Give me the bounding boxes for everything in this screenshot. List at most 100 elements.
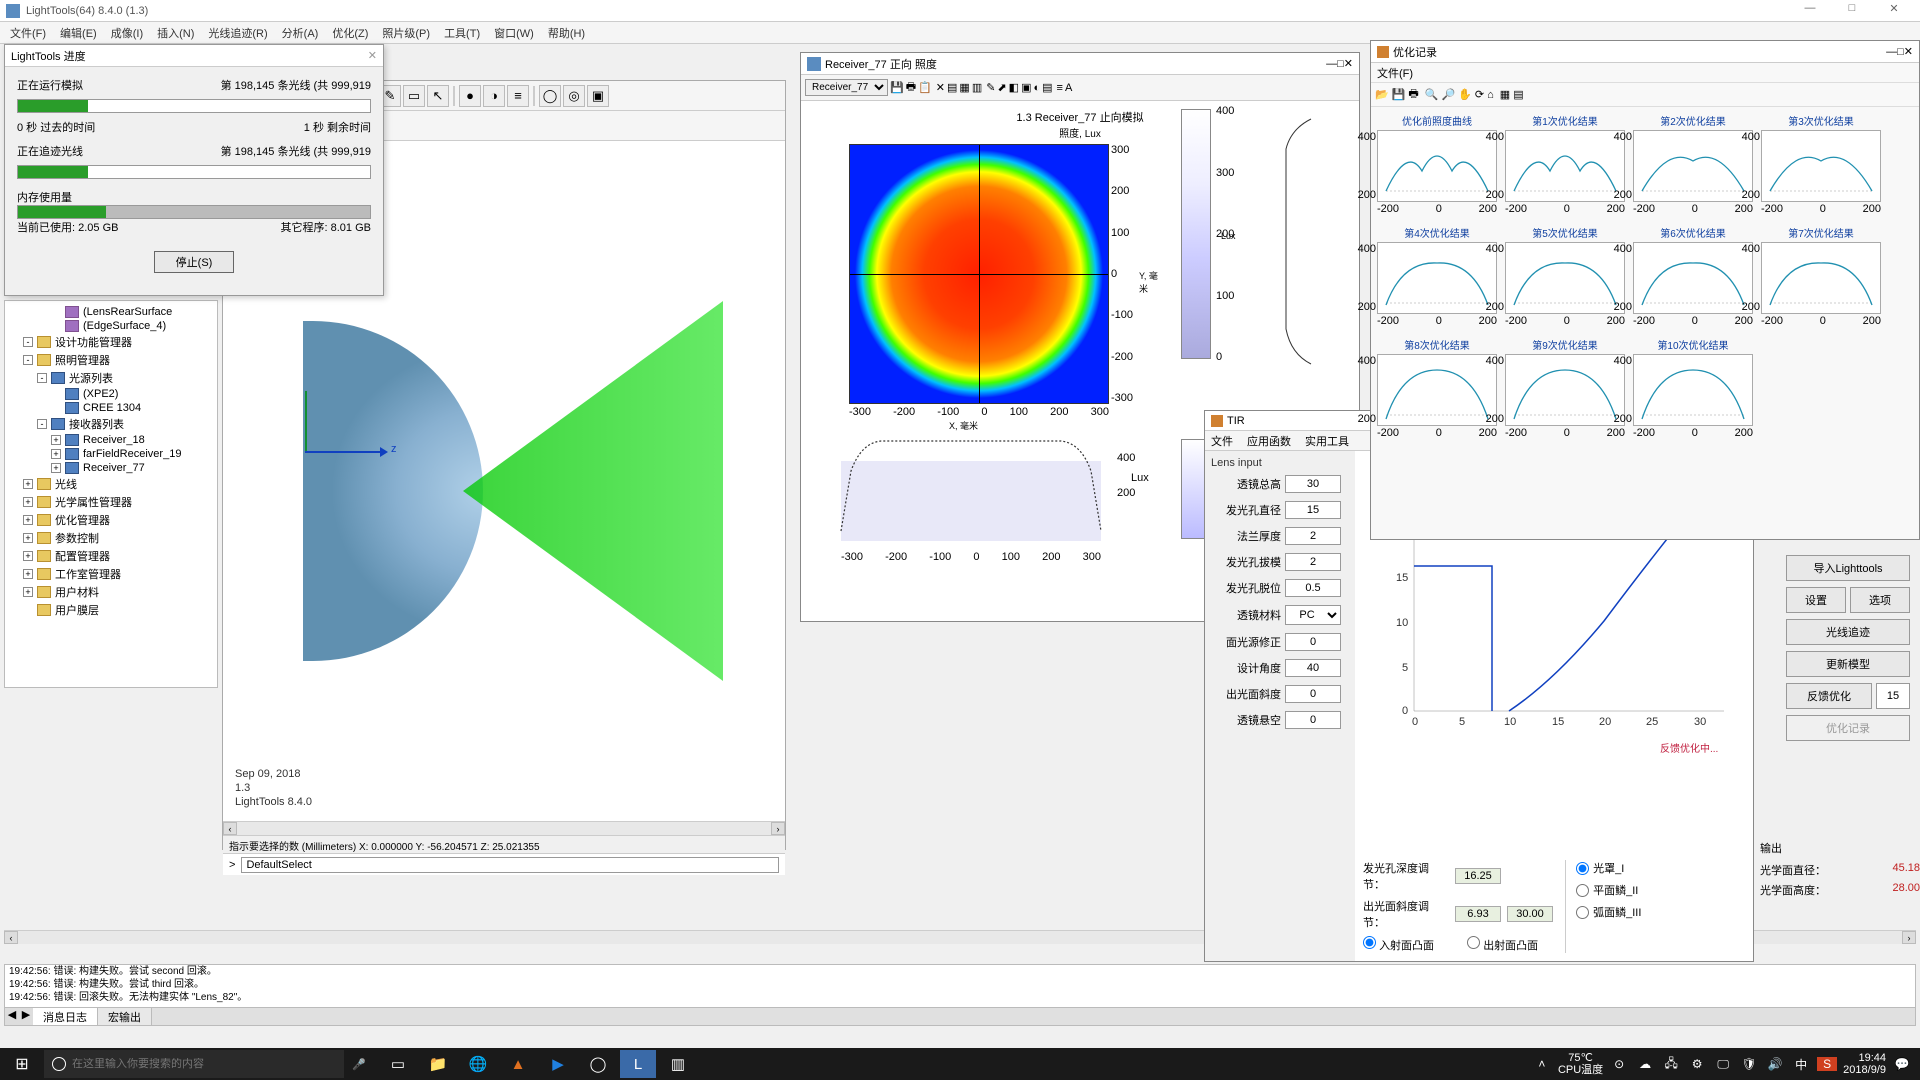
- cpu-temp[interactable]: 75℃CPU温度: [1558, 1052, 1603, 1076]
- opt-thumb[interactable]: 第1次优化结果400200-2000200: [1505, 113, 1625, 215]
- tree-node[interactable]: +光线: [9, 475, 213, 493]
- menu-item[interactable]: 窗口(W): [488, 23, 540, 43]
- tir-menu-item[interactable]: 实用工具: [1305, 433, 1349, 449]
- media-icon[interactable]: ▶: [540, 1050, 576, 1078]
- lens-input[interactable]: [1285, 553, 1341, 571]
- tool-button[interactable]: ◐: [1033, 82, 1040, 94]
- radio-hood-2[interactable]: [1576, 884, 1589, 897]
- tool-button[interactable]: ≡: [507, 85, 529, 107]
- close-button[interactable]: ✕: [1344, 57, 1353, 70]
- tree-node[interactable]: -照明管理器: [9, 351, 213, 369]
- save-icon[interactable]: 💾: [1392, 88, 1406, 101]
- matlab-icon[interactable]: ▲: [500, 1050, 536, 1078]
- tool-button[interactable]: ▥: [972, 81, 982, 94]
- tree-node[interactable]: +farFieldReceiver_19: [9, 447, 213, 461]
- tray-icon[interactable]: ☁: [1635, 1057, 1655, 1071]
- stop-button[interactable]: 停止(S): [154, 251, 234, 273]
- opt-thumb[interactable]: 第5次优化结果400200-2000200: [1505, 225, 1625, 327]
- tree-node[interactable]: (XPE2): [9, 387, 213, 401]
- menu-item[interactable]: 分析(A): [276, 23, 325, 43]
- console-output[interactable]: 19:42:56: 错误: 构建失败。尝试 second 回滚。19:42:56…: [4, 964, 1916, 1026]
- print-icon[interactable]: 🖶: [906, 78, 916, 97]
- pointer-tool[interactable]: ↖: [427, 85, 449, 107]
- volume-icon[interactable]: 🔊: [1765, 1057, 1785, 1071]
- tray-icon[interactable]: 🛡: [1739, 1057, 1759, 1071]
- tool-button[interactable]: ▣: [587, 85, 609, 107]
- app-icon[interactable]: ◯: [580, 1050, 616, 1078]
- tool-button[interactable]: ●: [459, 85, 481, 107]
- tree-node[interactable]: +Receiver_77: [9, 461, 213, 475]
- lens-input[interactable]: [1285, 633, 1341, 651]
- expand-icon[interactable]: +: [51, 463, 61, 473]
- list-icon[interactable]: ▤: [1513, 88, 1523, 101]
- radio-incident-convex[interactable]: [1363, 936, 1376, 949]
- expand-icon[interactable]: +: [23, 515, 33, 525]
- tray-up-icon[interactable]: ˄: [1532, 1057, 1552, 1071]
- tool-button[interactable]: ▤: [947, 81, 957, 94]
- tree-node[interactable]: +用户材料: [9, 583, 213, 601]
- zoom-in-icon[interactable]: 🔍: [1425, 88, 1439, 101]
- notifications-icon[interactable]: 💬: [1892, 1057, 1912, 1071]
- import-button[interactable]: 导入Lighttools: [1786, 555, 1910, 581]
- adj2-value-1[interactable]: 6.93: [1455, 906, 1501, 922]
- radio-hood-1[interactable]: [1576, 862, 1589, 875]
- tool-button[interactable]: ✎: [986, 81, 995, 94]
- close-button[interactable]: ✕: [1904, 45, 1913, 58]
- menu-item[interactable]: 光线追迹(R): [202, 23, 273, 43]
- home-icon[interactable]: ⌂: [1487, 89, 1494, 101]
- expand-icon[interactable]: -: [37, 419, 47, 429]
- tool-button[interactable]: ◎: [563, 85, 585, 107]
- opt-thumb[interactable]: 第3次优化结果400200-2000200: [1761, 113, 1881, 215]
- radio-exit-convex[interactable]: [1467, 936, 1480, 949]
- tool-button[interactable]: A: [1065, 82, 1072, 94]
- task-view-icon[interactable]: ▭: [380, 1050, 416, 1078]
- expand-icon[interactable]: +: [23, 587, 33, 597]
- open-icon[interactable]: 📂: [1375, 88, 1389, 101]
- mic-icon[interactable]: 🎤: [344, 1058, 374, 1071]
- tool-button[interactable]: ◧: [1009, 81, 1019, 94]
- menu-item[interactable]: 文件(F): [4, 23, 52, 43]
- expand-icon[interactable]: +: [23, 551, 33, 561]
- tree-node[interactable]: +Receiver_18: [9, 433, 213, 447]
- tree-node[interactable]: +工作室管理器: [9, 565, 213, 583]
- tree-node[interactable]: (EdgeSurface_4): [9, 319, 213, 333]
- lens-input[interactable]: [1285, 527, 1341, 545]
- radio-hood-3[interactable]: [1576, 906, 1589, 919]
- expand-icon[interactable]: +: [23, 497, 33, 507]
- menu-item[interactable]: 工具(T): [438, 23, 486, 43]
- explorer-icon[interactable]: 📁: [420, 1050, 456, 1078]
- menu-item[interactable]: 编辑(E): [54, 23, 103, 43]
- menu-item[interactable]: 优化(Z): [326, 23, 374, 43]
- lens-input[interactable]: [1285, 711, 1341, 729]
- lens-input[interactable]: PC: [1285, 605, 1341, 625]
- opt-thumb[interactable]: 第9次优化结果400200-2000200: [1505, 337, 1625, 439]
- tray-icon[interactable]: ⊙: [1609, 1057, 1629, 1071]
- zoom-out-icon[interactable]: 🔎: [1442, 88, 1456, 101]
- expand-icon[interactable]: +: [23, 479, 33, 489]
- print-icon[interactable]: 🖶: [1408, 85, 1418, 104]
- tool-button[interactable]: ⬈: [997, 81, 1006, 94]
- ime-icon[interactable]: 中: [1791, 1056, 1811, 1073]
- search-input[interactable]: [72, 1058, 336, 1070]
- lens-input[interactable]: [1285, 579, 1341, 597]
- progress-close-button[interactable]: ✕: [368, 49, 377, 62]
- grid-icon[interactable]: ▦: [1500, 88, 1510, 101]
- lens-input[interactable]: [1285, 475, 1341, 493]
- search-box[interactable]: [44, 1050, 344, 1078]
- trace-button[interactable]: 光线追迹: [1786, 619, 1910, 645]
- tool-button[interactable]: ▤: [1042, 81, 1052, 94]
- update-model-button[interactable]: 更新模型: [1786, 651, 1910, 677]
- tool-button[interactable]: ✕: [936, 81, 945, 94]
- minimize-button[interactable]: —: [1790, 2, 1830, 20]
- maximize-button[interactable]: □: [1897, 46, 1904, 58]
- tool-button[interactable]: ≡: [1057, 82, 1063, 94]
- tray-icon[interactable]: 🖧: [1661, 1054, 1681, 1075]
- opt-file-menu[interactable]: 文件(F): [1377, 65, 1413, 81]
- save-icon[interactable]: 💾: [890, 81, 904, 94]
- app-icon[interactable]: ▥: [660, 1050, 696, 1078]
- console-tab-log[interactable]: 消息日志: [33, 1008, 98, 1025]
- tool-button[interactable]: ◯: [539, 85, 561, 107]
- receiver-select[interactable]: Receiver_77: [805, 79, 888, 96]
- expand-icon[interactable]: +: [51, 449, 61, 459]
- tool-button[interactable]: ▭: [403, 85, 425, 107]
